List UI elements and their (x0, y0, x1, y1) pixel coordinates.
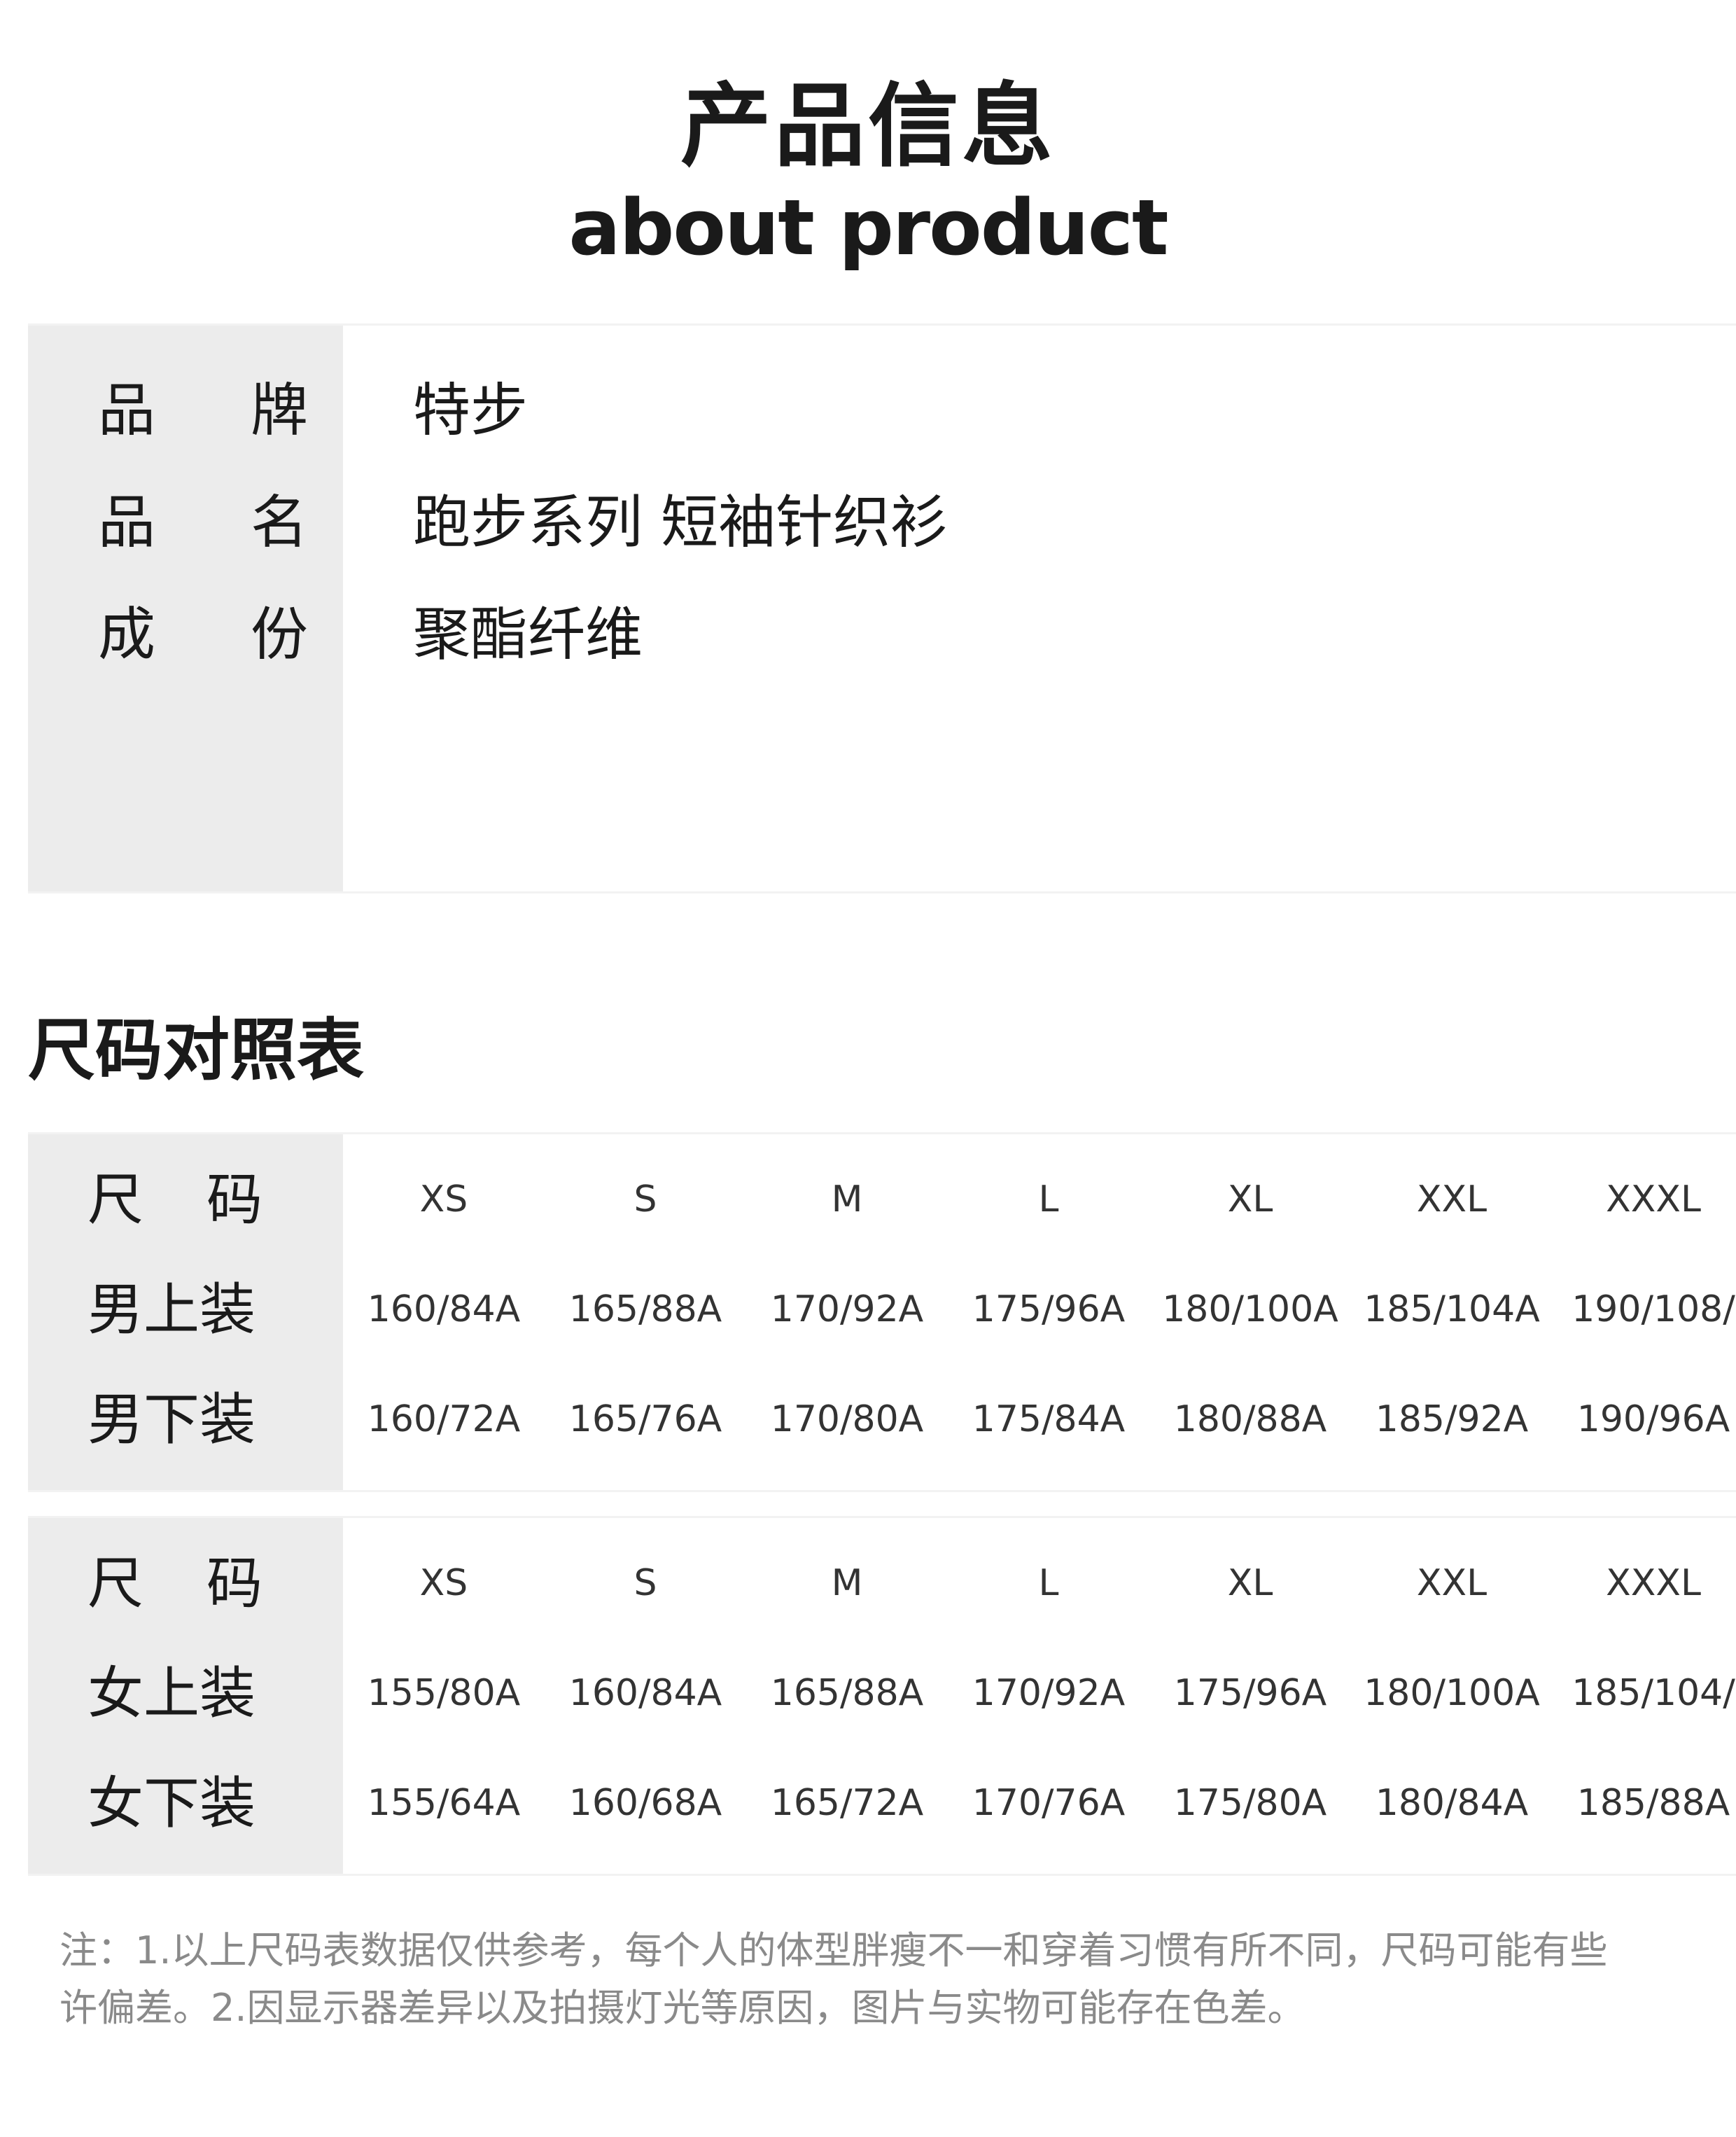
size-cell: 175/96A (972, 1288, 1126, 1330)
size-cell: 180/88A (1173, 1398, 1327, 1440)
size-cell: XS (419, 1562, 468, 1604)
size-cell: 170/80A (770, 1398, 924, 1440)
size-cell: M (831, 1562, 863, 1604)
size-header-label: 尺 码 (88, 1145, 262, 1255)
size-cell: S (634, 1562, 657, 1604)
women-top-row: 女上装 155/80A 160/84A 165/88A 170/92A 175/… (28, 1638, 1736, 1748)
size-cell: XXXL (1606, 1562, 1701, 1604)
brand-label-char-1: 品 (98, 377, 156, 444)
women-bottom-cells: 155/64A 160/68A 165/72A 170/76A 175/80A … (343, 1748, 1736, 1858)
composition-label-char-1: 成 (98, 601, 156, 668)
size-cell: 170/76A (972, 1782, 1126, 1824)
size-chart-title: 尺码对照表 (28, 1011, 364, 1090)
size-cell: 160/84A (568, 1672, 722, 1714)
product-info-row-composition: 成 份 聚酯纤维 (28, 579, 1736, 691)
composition-label: 成 份 (98, 579, 308, 691)
size-cell: XL (1227, 1178, 1273, 1220)
size-cell: 185/104A (1364, 1288, 1540, 1330)
size-cell: 170/92A (770, 1288, 924, 1330)
product-info-panel: 品 牌 特步 品 名 跑步系列 短袖针织衫 成 份 聚酯纤维 (28, 323, 1736, 893)
women-top-label: 女上装 (88, 1661, 255, 1726)
size-cell: 165/88A (770, 1672, 924, 1714)
women-top-cells: 155/80A 160/84A 165/88A 170/92A 175/96A … (343, 1638, 1736, 1748)
brand-label-char-2: 牌 (250, 377, 308, 444)
size-header-char-1: 尺 (88, 1167, 144, 1232)
composition-value: 聚酯纤维 (413, 601, 643, 668)
size-note-line-2: 许偏差。2.因显示器差异以及拍摄灯光等原因，图片与实物可能存在色差。 (59, 1986, 1306, 2030)
product-name-label-char-2: 名 (250, 489, 308, 556)
product-info-row-name: 品 名 跑步系列 短袖针织衫 (28, 467, 1736, 579)
men-size-header-row: 尺 码 XS S M L XL XXL XXXL (28, 1145, 1736, 1255)
men-top-cells: 160/84A 165/88A 170/92A 175/96A 180/100A… (343, 1255, 1736, 1365)
size-note: 注：1.以上尺码表数据仅供参考，每个人的体型胖瘦不一和穿着习惯有所不同，尺码可能… (59, 1922, 1736, 2037)
size-note-line-1: 注：1.以上尺码表数据仅供参考，每个人的体型胖瘦不一和穿着习惯有所不同，尺码可能… (59, 1928, 1608, 1972)
women-size-header-cells: XS S M L XL XXL XXXL (343, 1529, 1736, 1638)
size-cell: 175/84A (972, 1398, 1126, 1440)
men-top-row: 男上装 160/84A 165/88A 170/92A 175/96A 180/… (28, 1255, 1736, 1365)
size-cell: 160/84A (367, 1288, 521, 1330)
size-header-label: 尺 码 (88, 1529, 262, 1638)
size-cell: 160/68A (568, 1782, 722, 1824)
size-header-char-2: 码 (206, 1167, 262, 1232)
size-cell: 190/108/ (1572, 1288, 1735, 1330)
composition-label-char-2: 份 (250, 601, 308, 668)
size-cell: XXL (1416, 1562, 1488, 1604)
size-cell: 170/92A (972, 1672, 1126, 1714)
women-bottom-row: 女下装 155/64A 160/68A 165/72A 170/76A 175/… (28, 1748, 1736, 1858)
size-cell: 190/96A (1576, 1398, 1730, 1440)
size-cell: 175/80A (1173, 1782, 1327, 1824)
size-cell: 155/80A (367, 1672, 521, 1714)
size-cell: XS (419, 1178, 468, 1220)
size-cell: 160/72A (367, 1398, 521, 1440)
men-bottom-cells: 160/72A 165/76A 170/80A 175/84A 180/88A … (343, 1365, 1736, 1475)
size-cell: 180/100A (1162, 1288, 1338, 1330)
size-cell: M (831, 1178, 863, 1220)
women-bottom-label: 女下装 (88, 1771, 255, 1836)
men-size-table: 尺 码 XS S M L XL XXL XXXL 男上装 160/84A 165… (28, 1132, 1736, 1492)
size-cell: L (1038, 1562, 1059, 1604)
size-cell: 185/92A (1375, 1398, 1529, 1440)
size-cell: 180/84A (1375, 1782, 1529, 1824)
product-info-row-brand: 品 牌 特步 (28, 355, 1736, 467)
size-cell: 185/88A (1576, 1782, 1730, 1824)
size-cell: 185/104/ (1572, 1672, 1735, 1714)
size-header-char-1: 尺 (88, 1551, 144, 1616)
size-cell: 165/76A (568, 1398, 722, 1440)
product-name-label-char-1: 品 (98, 489, 156, 556)
size-cell: XXL (1416, 1178, 1488, 1220)
size-header-char-2: 码 (206, 1551, 262, 1616)
size-cell: 175/96A (1173, 1672, 1327, 1714)
product-name-value: 跑步系列 短袖针织衫 (413, 489, 948, 556)
size-cell: 165/72A (770, 1782, 924, 1824)
men-bottom-label: 男下装 (88, 1387, 255, 1452)
size-cell: S (634, 1178, 657, 1220)
women-size-table: 尺 码 XS S M L XL XXL XXXL 女上装 155/80A 160… (28, 1516, 1736, 1876)
size-cell: XL (1227, 1562, 1273, 1604)
men-top-label: 男上装 (88, 1277, 255, 1342)
men-size-header-cells: XS S M L XL XXL XXXL (343, 1145, 1736, 1255)
page-subtitle: about product (568, 183, 1168, 272)
men-bottom-row: 男下装 160/72A 165/76A 170/80A 175/84A 180/… (28, 1365, 1736, 1475)
page-title: 产品信息 (680, 73, 1056, 179)
brand-value: 特步 (413, 377, 528, 444)
size-cell: XXXL (1606, 1178, 1701, 1220)
women-size-header-row: 尺 码 XS S M L XL XXL XXXL (28, 1529, 1736, 1638)
brand-label: 品 牌 (98, 355, 308, 467)
size-cell: 155/64A (367, 1782, 521, 1824)
size-cell: 180/100A (1364, 1672, 1540, 1714)
size-cell: L (1038, 1178, 1059, 1220)
size-cell: 165/88A (568, 1288, 722, 1330)
product-name-label: 品 名 (98, 467, 308, 579)
